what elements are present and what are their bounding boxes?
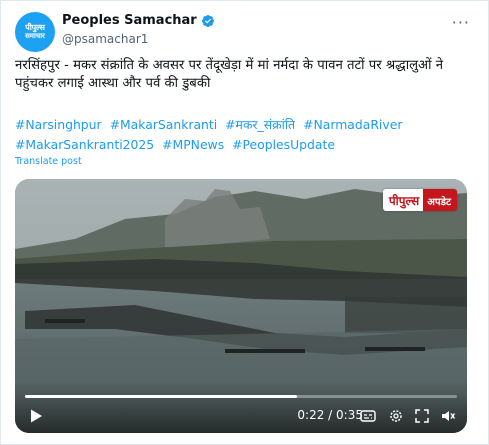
progress-bar[interactable] (25, 395, 457, 398)
hashtag-link[interactable]: #MakarSankranti (110, 117, 218, 132)
volume-icon[interactable] (439, 407, 457, 425)
play-icon[interactable] (27, 407, 45, 425)
fullscreen-icon[interactable] (413, 407, 431, 425)
avatar-logo-line1: पीपुल्स (25, 23, 45, 32)
video-player[interactable]: पीपुल्स अपडेट 0:22 / 0:35 (15, 179, 467, 433)
channel-watermark: पीपुल्स अपडेट (382, 189, 457, 211)
avatar-logo-line2: समाचार (25, 32, 45, 40)
hashtag-link[interactable]: #MakarSankranti2025 (15, 137, 154, 152)
verified-badge-icon[interactable] (201, 14, 215, 28)
hashtag-link[interactable]: #NarmadaRiver (303, 117, 402, 132)
avatar-logo: पीपुल्स समाचार (25, 24, 45, 40)
time-display: 0:22 / 0:35 (297, 408, 363, 422)
hashtag-link[interactable]: #Narsinghpur (15, 117, 102, 132)
author-row: Peoples Samachar (62, 13, 215, 28)
account-handle[interactable]: @psamachar1 (62, 32, 148, 46)
hashtag-link[interactable]: #MPNews (162, 137, 224, 152)
progress-fill (25, 395, 297, 398)
hashtag-link[interactable]: #मकर_संक्रांति (225, 117, 295, 132)
hashtag-link[interactable]: #PeoplesUpdate (232, 137, 335, 152)
translate-post-link[interactable]: Translate post (15, 156, 82, 167)
settings-icon[interactable] (387, 407, 405, 425)
captions-icon[interactable] (359, 407, 377, 425)
watermark-text-secondary: अपडेट (423, 189, 457, 211)
more-icon[interactable]: ··· (452, 13, 470, 32)
post-card[interactable]: पीपुल्स समाचार Peoples Samachar @psamach… (0, 0, 489, 445)
hashtag-list: #Narsinghpur #MakarSankranti #मकर_संक्रा… (15, 115, 475, 155)
post-text: नरसिंहपुर - मकर संक्रांति के अवसर पर तें… (15, 58, 444, 91)
avatar[interactable]: पीपुल्स समाचार (15, 12, 55, 52)
video-controls: 0:22 / 0:35 (15, 381, 467, 433)
display-name[interactable]: Peoples Samachar (62, 13, 197, 28)
watermark-text-primary: पीपुल्स (382, 189, 424, 211)
